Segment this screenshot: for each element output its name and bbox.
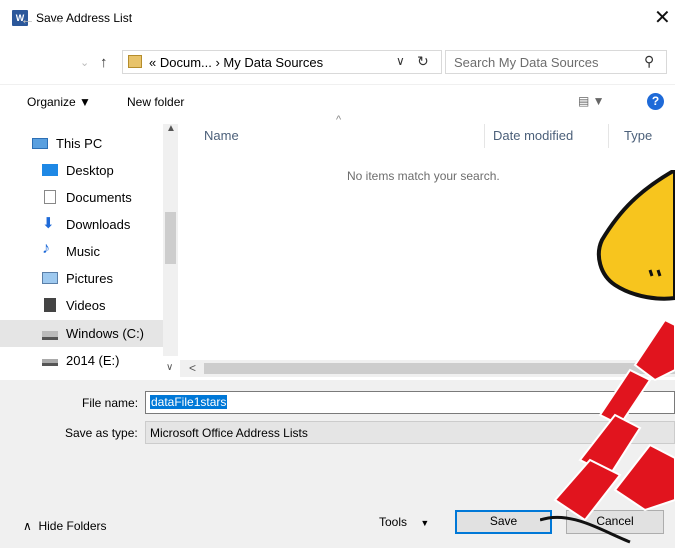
save-type-label: Save as type: xyxy=(65,426,138,440)
tools-label: Tools xyxy=(379,515,408,529)
close-icon[interactable]: ✕ xyxy=(654,5,671,30)
refresh-icon[interactable]: ↻ xyxy=(417,53,429,70)
nav-item-label: Pictures xyxy=(66,271,113,286)
divider xyxy=(0,84,675,85)
nav-item-this-pc[interactable]: This PC xyxy=(0,130,163,157)
drive-icon xyxy=(42,331,58,340)
nav-item-label: Documents xyxy=(66,190,132,205)
nav-item-label: Videos xyxy=(66,298,106,313)
save-button[interactable]: Save xyxy=(455,510,552,534)
pictures-icon xyxy=(42,272,58,284)
decorative-sticker-image xyxy=(540,170,675,544)
column-type[interactable]: Type xyxy=(624,128,652,143)
back-arrow-icon[interactable]: ← xyxy=(20,11,35,28)
search-icon[interactable]: ⚲ xyxy=(644,53,654,70)
nav-scroll-thumb[interactable] xyxy=(165,212,176,264)
nav-item-downloads[interactable]: ⬇ Downloads xyxy=(0,211,163,238)
chevron-down-icon[interactable]: ∨ xyxy=(396,54,405,68)
empty-message: No items match your search. xyxy=(347,169,500,183)
removable-drive-icon xyxy=(42,359,58,366)
scroll-down-icon[interactable]: ∨ xyxy=(166,362,173,373)
scroll-left-icon[interactable]: < xyxy=(189,361,196,375)
sort-caret-icon: ^ xyxy=(336,114,342,126)
folder-icon xyxy=(128,55,142,68)
column-name[interactable]: Name xyxy=(204,128,239,143)
nav-item-label: Windows (C:) xyxy=(66,326,145,341)
file-name-value[interactable]: dataFile1stars xyxy=(150,395,228,409)
up-arrow-icon[interactable]: ↑ xyxy=(100,54,108,71)
view-options-icon[interactable]: ▤ ▼ xyxy=(578,94,605,108)
column-separator[interactable] xyxy=(608,124,609,148)
nav-item-pictures[interactable]: Pictures xyxy=(0,265,163,292)
downloads-icon: ⬇ xyxy=(42,215,55,232)
hide-folders-button[interactable]: ∧ Hide Folders xyxy=(23,519,107,533)
documents-icon xyxy=(44,190,56,204)
organize-menu[interactable]: Organize ▼ xyxy=(27,95,91,109)
title-bar: W Save Address List ✕ xyxy=(0,0,675,38)
new-folder-button[interactable]: New folder xyxy=(127,95,184,109)
chevron-up-icon: ∧ xyxy=(23,519,32,533)
dropdown-arrow-icon: ▼ xyxy=(420,518,430,528)
nav-item-2014-e[interactable]: 2014 (E:) xyxy=(0,347,163,374)
nav-item-label: Downloads xyxy=(66,217,131,232)
desktop-icon xyxy=(42,164,58,176)
tools-menu[interactable]: Tools ▼ xyxy=(379,515,429,529)
nav-item-music[interactable]: ♪ Music xyxy=(0,238,163,265)
videos-icon xyxy=(44,298,56,312)
address-path[interactable]: « Docum... › My Data Sources xyxy=(149,55,323,70)
nav-item-label: Music xyxy=(66,244,100,259)
nav-item-label: Desktop xyxy=(66,163,114,178)
nav-item-windows-c[interactable]: Windows (C:) xyxy=(0,320,163,347)
nav-item-documents[interactable]: Documents xyxy=(0,184,163,211)
nav-item-label: This PC xyxy=(56,136,103,151)
help-icon[interactable]: ? xyxy=(647,93,664,110)
forward-arrow-icon[interactable]: → xyxy=(50,11,65,28)
pc-icon xyxy=(32,138,48,149)
scroll-up-icon[interactable]: ▲ xyxy=(166,123,176,134)
file-name-label: File name: xyxy=(82,396,139,410)
address-bar[interactable]: « Docum... › My Data Sources ∨ ↻ xyxy=(122,50,442,74)
hide-folders-label: Hide Folders xyxy=(38,519,107,533)
nav-item-label: 2014 (E:) xyxy=(66,353,120,368)
recent-chevron-icon[interactable]: ⌄ xyxy=(80,56,89,69)
nav-item-desktop[interactable]: Desktop xyxy=(0,157,163,184)
save-type-value[interactable]: Microsoft Office Address Lists xyxy=(150,426,308,440)
column-separator[interactable] xyxy=(484,124,485,148)
search-input[interactable]: Search My Data Sources xyxy=(454,55,599,70)
column-date-modified[interactable]: Date modified xyxy=(493,128,573,143)
music-icon: ♪ xyxy=(42,240,50,257)
search-box[interactable]: Search My Data Sources ⚲ xyxy=(445,50,667,74)
navigation-pane: This PC Desktop Documents ⬇ Downloads ♪ … xyxy=(0,124,178,380)
nav-item-videos[interactable]: Videos xyxy=(0,292,163,319)
